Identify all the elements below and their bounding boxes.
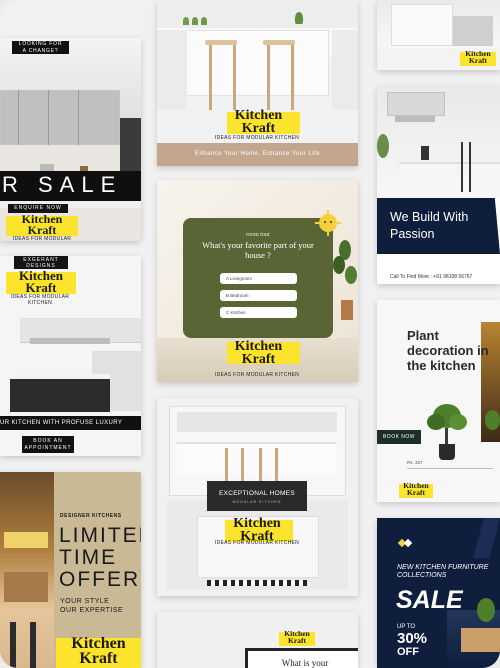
exceptional-title: EXCEPTIONAL HOMES [218,490,295,497]
poll-option-a[interactable]: A Livingroom [220,273,297,284]
kitchen-photo [0,472,54,668]
a-change-label: A CHANGE? [22,48,59,54]
passion-banner [377,198,500,254]
appointment-label: APPOINTMENT [24,445,72,451]
template-gallery: LOOKING FOR A CHANGE? R SALE ENQUIRE NOW… [0,0,500,668]
headline-limited: LIMITED [59,524,141,547]
book-now-button[interactable]: BOOK NOW [377,430,421,444]
your-style-text: YOUR STYLE [60,598,110,605]
brand-tagline: IDEAS FOR MODULAR KITCHEN [214,135,300,141]
tile-exceptional-homes[interactable]: EXCEPTIONAL HOMES MODULAR KITCHEN Kitche… [157,398,358,596]
brand-tagline: IDEAS FOR MODULAR KITCHEN [10,294,70,306]
brand-tagline: IDEAS FOR MODULAR KITCHEN [214,540,300,546]
tile-exgerant[interactable]: EXGERANT DESIGNS Kitchen Kraft IDEAS FOR … [0,256,141,456]
tile-plant-decoration[interactable]: Plant decoration in the kitchen BOOK NOW… [377,300,500,502]
brand-tagline: IDEAS FOR MODULAR KITCHEN [214,372,300,378]
phone-text: Call To Find More : +91 98108 56767 [390,274,473,280]
poll-option-c[interactable]: C Kitchen [220,307,297,318]
tile-what-is-your[interactable]: Kitchen Kraft What is your [157,612,358,668]
off-text: OFF [397,646,419,658]
brand-tagline: IDEAS FOR MODULAR KITCHEN [12,236,72,241]
caption-text: Enhance Your Home, Enhance Your Life [194,151,321,157]
brand-logo: Kitchen Kraft [71,635,126,668]
question-text: What is your [281,658,329,668]
brand-logo: Kitchen Kraft [18,268,64,296]
tile-room-tour-poll[interactable]: room tour What's your favorite part of y… [157,180,358,382]
tile-sale[interactable]: NEW KITCHEN FURNITURE COLLECTIONS SALE U… [377,518,500,668]
tile-limited-offer[interactable]: DESIGNER KITCHENS LIMITED TIME OFFER YOU… [0,472,141,668]
brand-logo: Kitchen Kraft [234,108,283,137]
sale-text: R SALE [2,172,123,197]
tile-build-with-passion[interactable]: We Build With Passion Call To Find More … [377,86,500,284]
tile-enhance-home[interactable]: Kitchen Kraft IDEAS FOR MODULAR KITCHEN E… [157,0,358,166]
plant-icon [427,404,467,460]
plant-line1: Plant [407,328,439,343]
our-expertise-text: OUR EXPERTISE [60,607,124,614]
looking-for-label: LOOKING FOR [18,41,63,47]
price-text: Rs. 337 [407,460,423,465]
poll-question: What's your favorite part of your house … [202,240,314,261]
brand-logo: Kitchen Kraft [465,49,491,66]
brand-logo: Kitchen Kraft [234,339,283,368]
plant-icon [477,598,495,622]
sale-line2: COLLECTIONS [397,572,447,579]
luxury-text: UR KITCHEN WITH PROFUSE LUXURY [0,420,123,426]
plant-line2: decoration in [407,343,489,358]
brand-logo: Kitchen Kraft [284,629,310,646]
passion-line1: We Build With [390,210,469,224]
room-tour-label: room tour [246,232,270,238]
poll-option-b[interactable]: B Bedroom [220,290,297,301]
brand-logo: Kitchen Kraft [403,481,429,498]
tile-top-right[interactable]: Kitchen Kraft [377,0,500,70]
tile-for-sale[interactable]: LOOKING FOR A CHANGE? R SALE ENQUIRE NOW… [0,38,141,241]
headline-offer: OFFER [59,568,141,591]
percent-text: 30% [397,630,428,647]
headline-time: TIME [59,546,118,569]
designer-kitchens-label: DESIGNER KITCHENS [60,513,122,519]
plant-line3: the kitchen [407,358,476,373]
book-label: BOOK AN [33,438,63,444]
brand-logo: Kitchen Kraft [21,212,63,238]
sale-line1: NEW KITCHEN FURNITURE [397,564,489,571]
exceptional-sub: MODULAR KITCHEN [232,500,282,504]
passion-line2: Passion [390,227,435,241]
